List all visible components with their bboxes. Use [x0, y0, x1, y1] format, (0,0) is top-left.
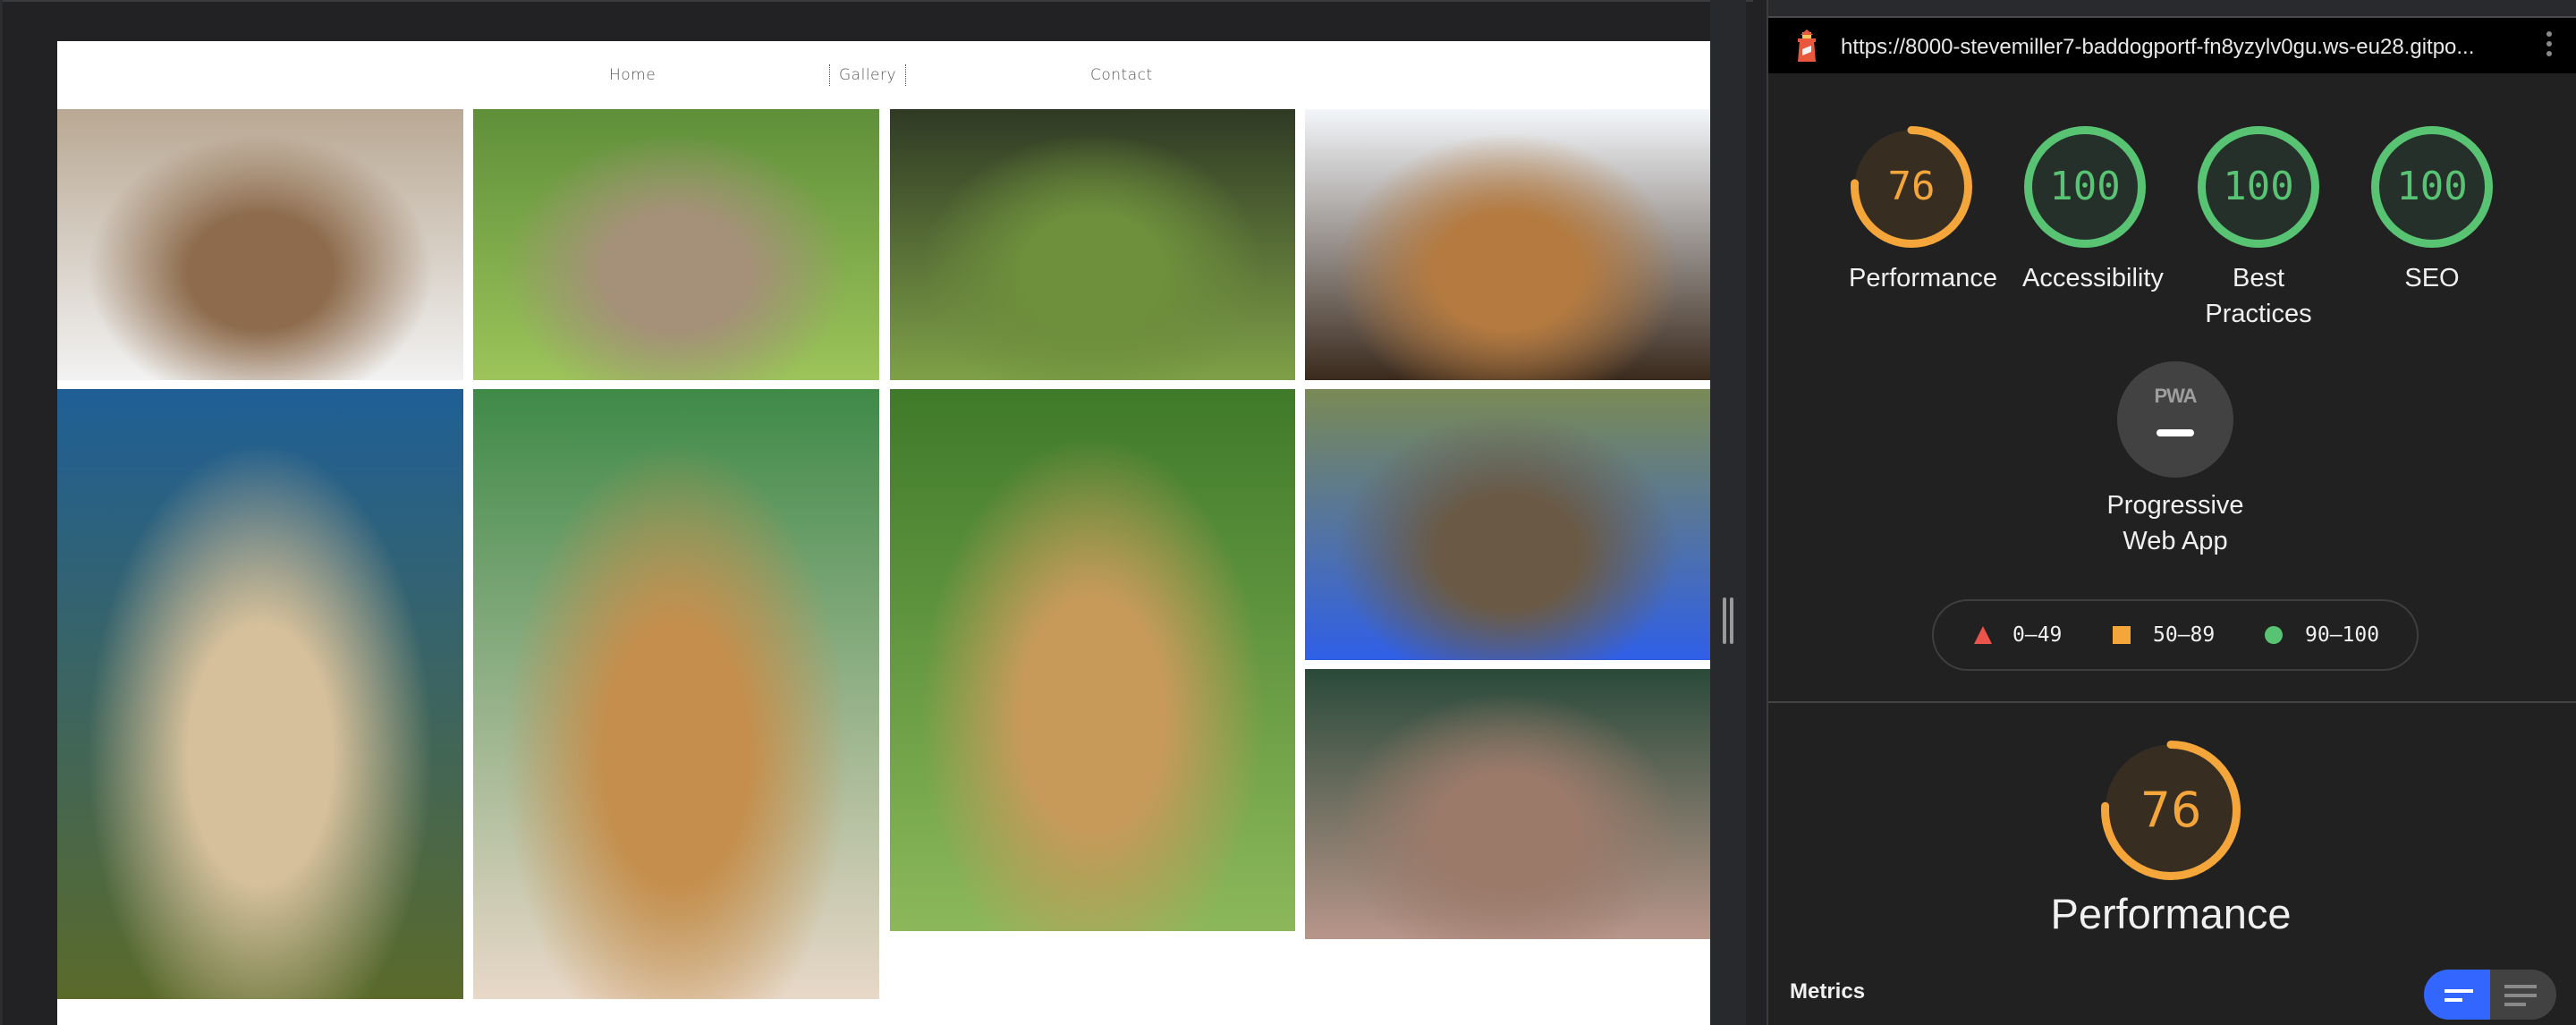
metrics-heading: Metrics: [1790, 979, 1866, 1004]
gallery-image[interactable]: [473, 389, 879, 999]
pwa-logo-icon: PWA: [2154, 385, 2197, 407]
devtools-toolbar: [1768, 0, 2576, 18]
resize-grip[interactable]: [1723, 597, 1726, 644]
window-top-edge: [0, 0, 1753, 2]
gallery-image[interactable]: [57, 389, 463, 999]
gallery-image[interactable]: [1305, 669, 1710, 939]
nav-home-link[interactable]: Home: [609, 64, 656, 86]
more-options-icon[interactable]: [2546, 31, 2553, 60]
gallery-image[interactable]: [1305, 389, 1710, 660]
compact-view-button[interactable]: [2424, 970, 2490, 1020]
pwa-badge[interactable]: PWA: [2117, 361, 2233, 478]
lighthouse-panel: https://8000-stevemiller7-baddogportf-fn…: [1767, 0, 2576, 1025]
gauge-score: 100: [2049, 164, 2121, 209]
fail-triangle-icon: [1974, 626, 1992, 644]
gauge-label: Best Practices: [2205, 264, 2312, 328]
resize-grip[interactable]: [1730, 597, 1733, 644]
performance-gauge: 76: [2099, 739, 2242, 882]
compact-view-icon: [2445, 989, 2473, 993]
performance-score: 76: [2140, 782, 2202, 838]
average-square-icon: [2113, 626, 2131, 644]
lighthouse-icon: [1798, 30, 1816, 62]
report-url: https://8000-stevemiller7-baddogportf-fn…: [1841, 35, 2475, 59]
gauge-score: 76: [1887, 164, 1936, 209]
legend-range-fail: 0–49: [2012, 623, 2063, 647]
gallery-image[interactable]: [57, 109, 463, 380]
section-divider: [1768, 701, 2576, 703]
category-best-practices[interactable]: 100 Best Practices: [2196, 124, 2321, 332]
gauge-label: Accessibility: [2022, 264, 2164, 292]
expanded-view-icon: [2504, 1003, 2526, 1006]
metrics-view-toggle: [2424, 970, 2556, 1020]
window-left-edge: [0, 0, 3, 1025]
category-accessibility[interactable]: 100 Accessibility: [2022, 124, 2164, 296]
gallery-image[interactable]: [1305, 109, 1710, 380]
expanded-view-icon: [2504, 994, 2537, 997]
performance-title: Performance: [2050, 890, 2292, 937]
expanded-view-button[interactable]: [2490, 970, 2556, 1020]
legend-range-pass: 90–100: [2305, 623, 2380, 647]
pwa-label: Progressive Web App: [2106, 491, 2244, 555]
report-url-bar: https://8000-stevemiller7-baddogportf-fn…: [1768, 18, 2576, 73]
expanded-view-icon: [2504, 985, 2537, 988]
category-performance[interactable]: 76 Performance: [1849, 124, 1998, 296]
legend-range-average: 50–89: [2153, 623, 2216, 647]
nav-contact-link[interactable]: Contact: [1090, 64, 1153, 86]
not-applicable-dash-icon: [2157, 429, 2194, 436]
compact-view-icon: [2445, 998, 2462, 1002]
devtools-resize-handle[interactable]: [1710, 0, 1746, 1025]
gauge-label: SEO: [2404, 264, 2460, 292]
gallery-image[interactable]: [473, 109, 879, 380]
gallery-image[interactable]: [890, 109, 1295, 380]
category-seo[interactable]: 100 SEO: [2369, 124, 2495, 296]
gauge-label: Performance: [1849, 264, 1998, 292]
gallery-image[interactable]: [890, 389, 1295, 931]
nav-gallery-link[interactable]: Gallery: [829, 64, 907, 86]
pass-circle-icon: [2265, 626, 2283, 644]
score-legend: 0–49 50–89 90–100: [1932, 599, 2419, 671]
site-nav: Home Gallery Contact: [57, 41, 1710, 109]
gauge-score: 100: [2396, 164, 2468, 209]
page-preview: Home Gallery Contact: [57, 41, 1710, 1025]
gauge-score: 100: [2223, 164, 2294, 209]
